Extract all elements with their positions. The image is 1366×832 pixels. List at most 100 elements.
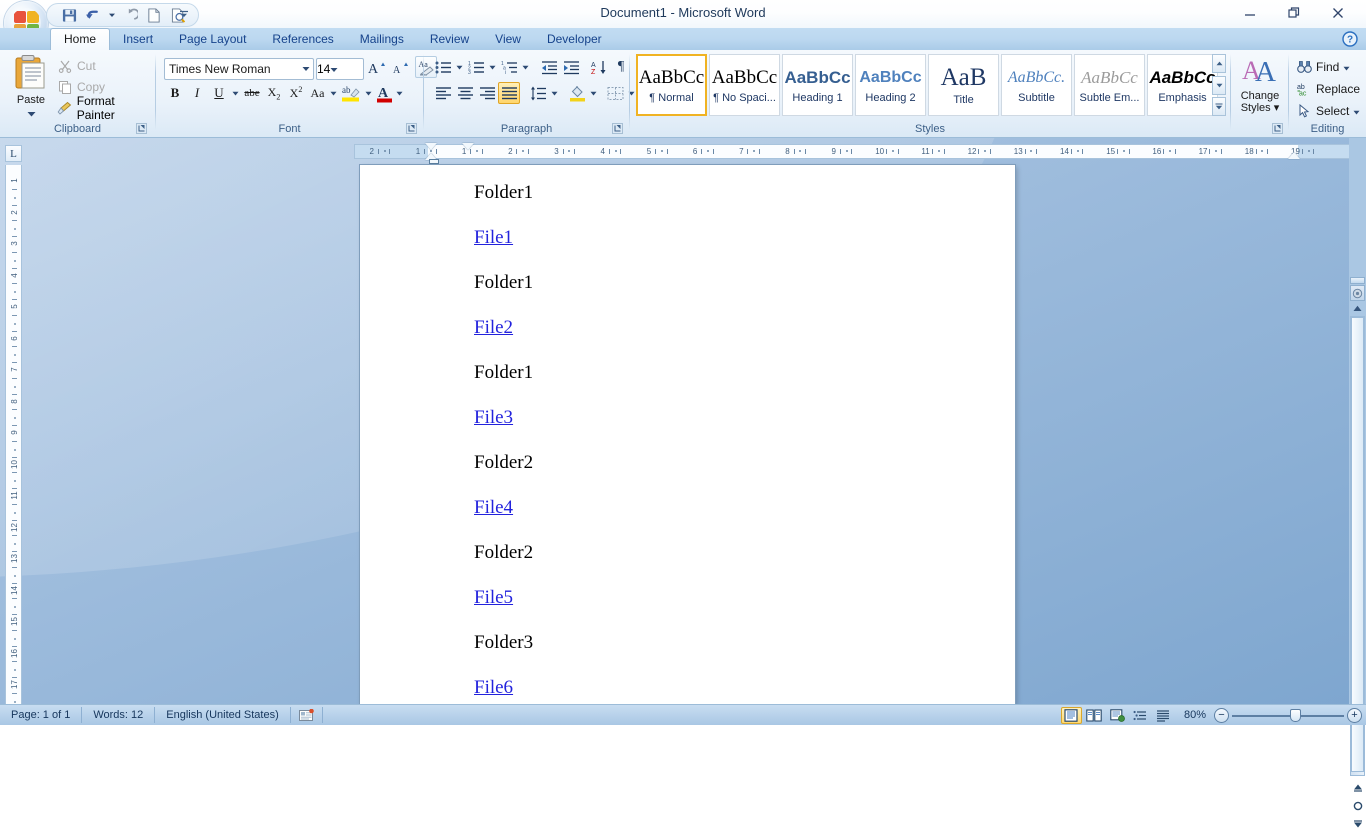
tab-view[interactable]: View [482, 28, 534, 50]
align-left-button[interactable] [432, 82, 454, 104]
close-button[interactable] [1316, 0, 1360, 26]
style-title[interactable]: AaB Title [928, 54, 999, 116]
change-case-dropdown-icon[interactable] [328, 82, 339, 104]
change-case-button[interactable]: Aa [307, 82, 328, 104]
shrink-font-button[interactable]: A [390, 58, 412, 78]
underline-dropdown-icon[interactable] [230, 82, 241, 104]
align-right-button[interactable] [476, 82, 498, 104]
document-line-file5[interactable]: File5 [474, 587, 513, 609]
paste-button[interactable]: Paste [10, 54, 52, 117]
numbering-button[interactable]: 123 [465, 56, 487, 78]
zoom-level-label[interactable]: 80% [1184, 709, 1206, 721]
web-layout-view-button[interactable] [1107, 707, 1128, 724]
first-line-indent-marker-secondary[interactable] [462, 143, 474, 150]
line-spacing-dropdown-icon[interactable] [549, 82, 560, 104]
undo-icon[interactable] [82, 5, 104, 25]
document-line-file2[interactable]: File2 [474, 317, 513, 339]
first-line-indent-marker[interactable] [425, 143, 437, 150]
paragraph-dialog-launcher-icon[interactable] [612, 123, 623, 134]
outline-view-button[interactable] [1130, 707, 1151, 724]
zoom-slider[interactable]: − + [1214, 707, 1362, 723]
previous-page-icon[interactable] [1350, 780, 1365, 795]
split-window-handle[interactable] [1350, 277, 1365, 284]
font-color-button[interactable]: A [374, 82, 394, 104]
format-painter-button[interactable]: Format Painter [56, 94, 155, 122]
font-dialog-launcher-icon[interactable] [406, 123, 417, 134]
proofing-status-icon[interactable] [291, 707, 323, 723]
multilevel-list-button[interactable]: 1ai [498, 56, 520, 78]
zoom-in-button[interactable]: + [1347, 707, 1362, 723]
font-color-dropdown-icon[interactable] [394, 82, 405, 104]
line-spacing-button[interactable] [527, 82, 549, 104]
document-line-file3[interactable]: File3 [474, 407, 513, 429]
minimize-button[interactable] [1228, 0, 1272, 26]
find-button[interactable]: Find [1295, 56, 1350, 78]
scroll-up-icon[interactable] [1350, 302, 1365, 315]
document-line-file6[interactable]: File6 [474, 677, 513, 699]
paste-dropdown-icon[interactable] [27, 106, 36, 120]
italic-button[interactable]: I [186, 82, 208, 104]
numbering-dropdown-icon[interactable] [487, 56, 498, 78]
select-browse-object-button[interactable] [1350, 798, 1365, 813]
print-layout-view-button[interactable] [1060, 706, 1082, 724]
undo-dropdown-icon[interactable] [106, 5, 117, 25]
decrease-indent-button[interactable] [538, 56, 560, 78]
document-page[interactable]: Folder1 File1 Folder1 File2 Folder1 File… [360, 165, 1015, 705]
styles-more-icon[interactable] [1212, 97, 1226, 116]
restore-button[interactable] [1272, 0, 1316, 26]
cut-button[interactable]: Cut [56, 56, 96, 76]
tab-references[interactable]: References [259, 28, 346, 50]
select-browse-object-icon[interactable] [1350, 285, 1365, 301]
next-page-icon[interactable] [1350, 817, 1365, 832]
style-no-spacing[interactable]: AaBbCc ¶ No Spaci... [709, 54, 780, 116]
style-heading-1[interactable]: AaBbCc Heading 1 [782, 54, 853, 116]
increase-indent-button[interactable] [560, 56, 582, 78]
center-button[interactable] [454, 82, 476, 104]
clipboard-dialog-launcher-icon[interactable] [136, 123, 147, 134]
tab-insert[interactable]: Insert [110, 28, 166, 50]
shading-button[interactable] [566, 82, 588, 104]
chevron-down-icon[interactable] [298, 60, 313, 78]
change-styles-dropdown-icon[interactable]: ▾ [1271, 102, 1280, 114]
style-subtitle[interactable]: AaBbCc. Subtitle [1001, 54, 1072, 116]
tab-review[interactable]: Review [417, 28, 482, 50]
page-indicator[interactable]: Page: 1 of 1 [0, 707, 83, 723]
redo-icon[interactable] [119, 5, 141, 25]
justify-button[interactable] [498, 82, 520, 104]
shading-dropdown-icon[interactable] [588, 82, 599, 104]
zoom-thumb[interactable] [1290, 709, 1301, 722]
sort-button[interactable]: A Z [588, 56, 610, 78]
underline-button[interactable]: U [208, 82, 230, 104]
tab-page-layout[interactable]: Page Layout [166, 28, 259, 50]
language-indicator[interactable]: English (United States) [155, 707, 291, 723]
superscript-button[interactable]: X2 [285, 82, 307, 104]
style-subtle-emphasis[interactable]: AaBbCc Subtle Em... [1074, 54, 1145, 116]
styles-dialog-launcher-icon[interactable] [1272, 123, 1283, 134]
change-styles-button[interactable]: A A Change Styles ▾ [1235, 55, 1285, 117]
full-screen-reading-view-button[interactable] [1084, 707, 1105, 724]
font-family-combobox[interactable]: Times New Roman [164, 58, 314, 80]
vertical-scrollbar[interactable] [1349, 138, 1366, 828]
multilevel-dropdown-icon[interactable] [520, 56, 531, 78]
style-emphasis[interactable]: AaBbCc Emphasis [1147, 54, 1218, 116]
document-line-file1[interactable]: File1 [474, 227, 513, 249]
select-dropdown-icon[interactable] [1353, 104, 1360, 118]
strikethrough-button[interactable]: abe [241, 82, 263, 104]
find-dropdown-icon[interactable] [1343, 60, 1350, 74]
bold-button[interactable]: B [164, 82, 186, 104]
style-heading-2[interactable]: AaBbCc Heading 2 [855, 54, 926, 116]
text-highlight-color-button[interactable]: ab [339, 82, 363, 104]
tab-stop-selector[interactable]: L [5, 145, 22, 162]
word-count-indicator[interactable]: Words: 12 [82, 707, 156, 723]
new-icon[interactable] [143, 5, 165, 25]
help-icon[interactable]: ? [1342, 31, 1358, 47]
borders-button[interactable] [604, 82, 626, 104]
bullets-dropdown-icon[interactable] [454, 56, 465, 78]
chevron-down-icon[interactable] [330, 62, 338, 76]
customize-qat-icon[interactable] [176, 5, 192, 23]
select-button[interactable]: Select [1295, 100, 1360, 122]
subscript-button[interactable]: X2 [263, 82, 285, 104]
font-size-combobox[interactable]: 14 [316, 58, 364, 80]
styles-scroll-up-icon[interactable] [1212, 54, 1226, 73]
horizontal-ruler[interactable]: 2 1 1 2 3 4 5 6 7 8 9 10 11 12 13 14 15 16 17 18 19 [354, 144, 1362, 159]
